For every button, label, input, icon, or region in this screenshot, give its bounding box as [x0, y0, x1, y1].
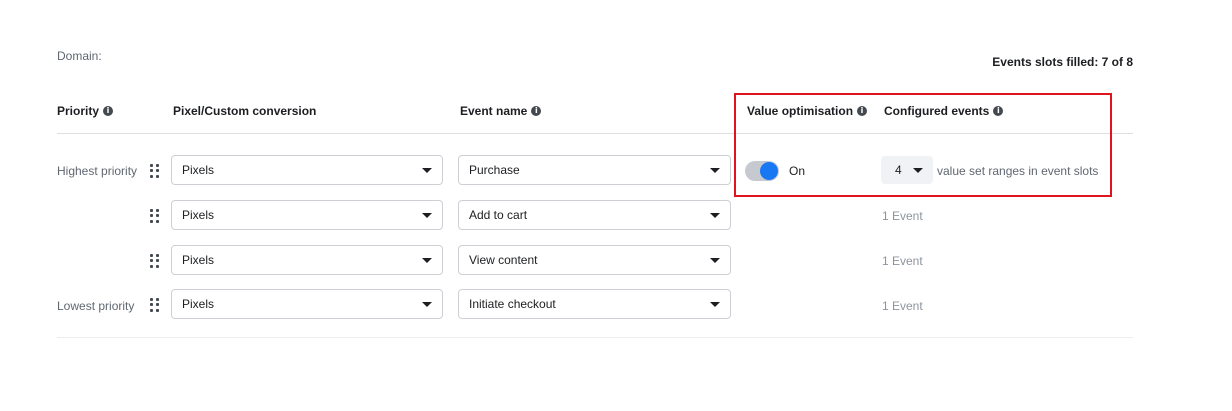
caret-down-icon — [710, 213, 720, 218]
pixel-select-value: Pixels — [182, 208, 215, 222]
highlight-annotation-box — [734, 93, 1112, 197]
pixel-select[interactable]: Pixels — [171, 200, 443, 230]
header-event-name: Event name i — [460, 104, 542, 118]
caret-down-icon — [422, 168, 432, 173]
pixel-select-value: Pixels — [182, 253, 215, 267]
table-row: Lowest priority Pixels Initiate checkout… — [0, 289, 1232, 321]
event-name-value: Initiate checkout — [469, 297, 556, 311]
table-row: Pixels View content 1 Event — [0, 245, 1232, 277]
caret-down-icon — [422, 213, 432, 218]
event-slots-filled: Events slots filled: 7 of 8 — [992, 55, 1133, 69]
events-configuration-page: Domain: Events slots filled: 7 of 8 Prio… — [0, 0, 1232, 411]
pixel-select[interactable]: Pixels — [171, 245, 443, 275]
header-priority-label: Priority — [57, 104, 100, 118]
table-row: Pixels Add to cart 1 Event — [0, 200, 1232, 232]
header-pixel-label: Pixel/Custom conversion — [173, 104, 317, 118]
pixel-select-value: Pixels — [182, 297, 215, 311]
drag-handle-icon[interactable] — [150, 164, 162, 178]
event-name-value: Add to cart — [469, 208, 528, 222]
header-pixel: Pixel/Custom conversion — [173, 104, 316, 118]
event-name-select[interactable]: Add to cart — [458, 200, 731, 230]
info-icon[interactable]: i — [531, 106, 542, 116]
drag-handle-icon[interactable] — [150, 254, 162, 268]
configured-events-count: 1 Event — [882, 254, 923, 268]
drag-handle-icon[interactable] — [150, 298, 162, 312]
caret-down-icon — [710, 168, 720, 173]
priority-label: Lowest priority — [57, 299, 135, 313]
pixel-select[interactable]: Pixels — [171, 155, 443, 185]
pixel-select[interactable]: Pixels — [171, 289, 443, 319]
info-icon[interactable]: i — [103, 106, 114, 116]
header-event-label: Event name — [460, 104, 528, 118]
caret-down-icon — [710, 302, 720, 307]
event-name-select[interactable]: Initiate checkout — [458, 289, 731, 319]
pixel-select-value: Pixels — [182, 163, 215, 177]
configured-events-count: 1 Event — [882, 209, 923, 223]
domain-label: Domain: — [57, 49, 102, 63]
event-name-value: View content — [469, 253, 538, 267]
event-name-select[interactable]: View content — [458, 245, 731, 275]
priority-label: Highest priority — [57, 164, 138, 178]
drag-handle-icon[interactable] — [150, 209, 162, 223]
event-name-select[interactable]: Purchase — [458, 155, 731, 185]
event-name-value: Purchase — [469, 163, 520, 177]
configured-events-count: 1 Event — [882, 299, 923, 313]
caret-down-icon — [422, 258, 432, 263]
caret-down-icon — [710, 258, 720, 263]
table-bottom-divider — [57, 337, 1133, 338]
header-priority: Priority i — [57, 104, 114, 118]
caret-down-icon — [422, 302, 432, 307]
